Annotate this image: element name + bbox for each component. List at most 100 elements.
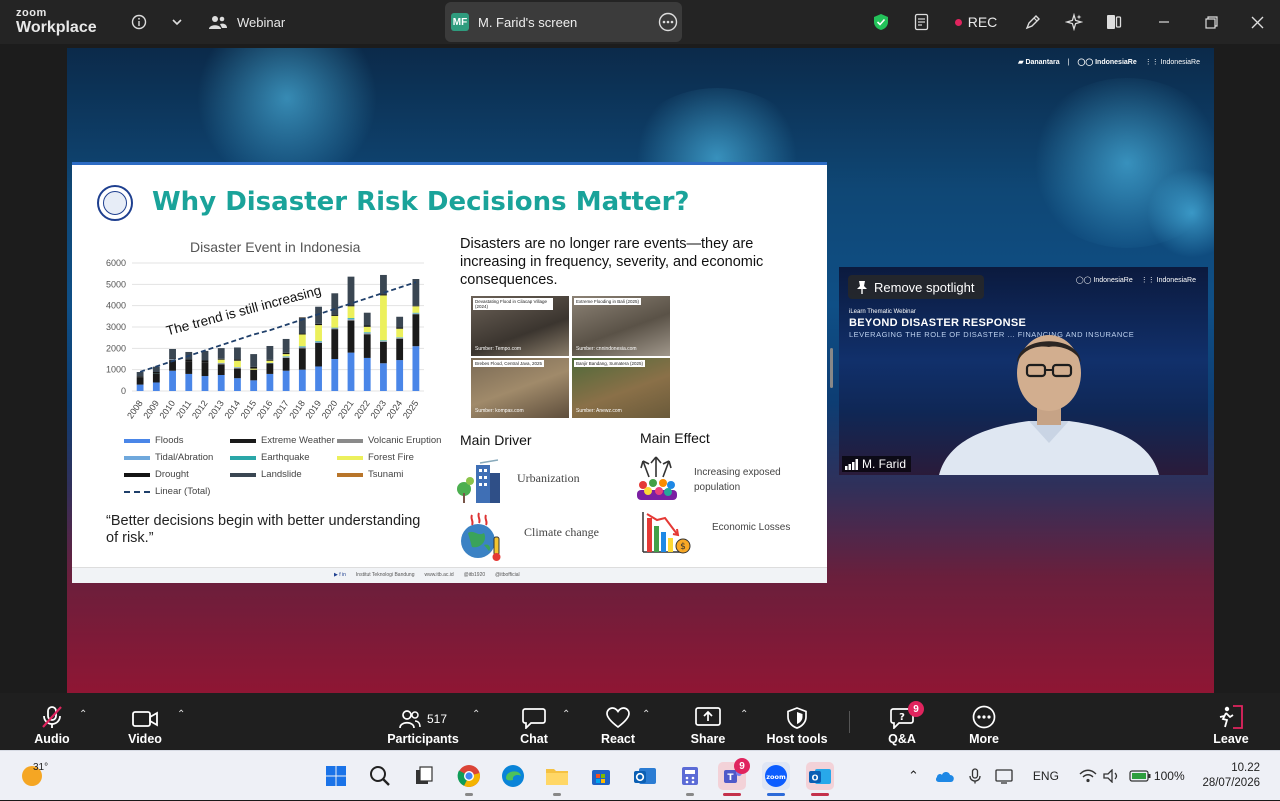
bar-segment [396, 329, 403, 338]
security-shield-icon[interactable] [870, 0, 892, 44]
driver-urbanization: Urbanization [517, 471, 580, 486]
more-options-icon[interactable] [658, 12, 678, 32]
notes-icon[interactable] [911, 0, 933, 44]
video-options-caret[interactable]: ⌃ [177, 709, 185, 720]
svg-text:?: ? [899, 712, 905, 723]
bar-segment [364, 334, 371, 357]
bar-segment [283, 353, 290, 354]
onedrive-icon[interactable] [935, 769, 955, 783]
bar-segment [202, 360, 209, 362]
resize-handle[interactable] [830, 348, 833, 388]
legend-label: Volcanic Eruption [368, 435, 441, 446]
react-button[interactable]: React [598, 693, 638, 750]
volume-icon[interactable] [1103, 769, 1121, 783]
legend-item: Extreme Weather [230, 435, 335, 446]
bar-segment [218, 360, 225, 363]
bar-segment [348, 353, 355, 391]
share-button[interactable]: Share [688, 693, 728, 750]
pin-icon [856, 280, 868, 294]
slide-title: Why Disaster Risk Decisions Matter? [152, 187, 690, 217]
outlook-new-icon[interactable] [631, 762, 659, 790]
bar-segment [169, 371, 176, 391]
bar-segment [137, 372, 144, 376]
recording-indicator[interactable]: REC [953, 0, 999, 44]
chart-title: Disaster Event in Indonesia [190, 239, 360, 255]
bar-segment [234, 359, 241, 360]
participants-count: 517 [427, 712, 447, 726]
remove-spotlight-button[interactable]: Remove spotlight [848, 275, 984, 299]
battery-icon[interactable] [1129, 770, 1151, 782]
chat-options-caret[interactable]: ⌃ [562, 709, 570, 720]
store-icon[interactable] [587, 762, 615, 790]
outlook-icon[interactable]: O [806, 762, 834, 790]
bar-segment [380, 341, 387, 342]
participants-button[interactable]: 517 Participants [385, 693, 461, 750]
task-view-icon[interactable] [410, 762, 438, 790]
zoom-taskbar-icon[interactable]: zoom [762, 762, 790, 790]
effect-exposed-population: Increasing exposed population [694, 465, 804, 495]
sponsor-logos: ▰ Danantara|◯◯ IndonesiaRe⋮⋮ IndonesiaRe [1018, 58, 1200, 66]
minimize-icon[interactable] [1152, 0, 1176, 44]
bar-segment [315, 341, 322, 342]
chrome-icon[interactable] [455, 762, 483, 790]
bar-segment [380, 294, 387, 295]
more-button[interactable]: More [966, 693, 1002, 750]
chat-button[interactable]: Chat [515, 693, 553, 750]
restore-icon[interactable] [1199, 0, 1223, 44]
legend-swatch [337, 456, 363, 460]
search-icon[interactable] [366, 762, 394, 790]
main-effect-heading: Main Effect [640, 430, 710, 446]
windows-start-icon[interactable] [322, 762, 350, 790]
speaker-video-tile[interactable]: ◯◯ IndonesiaRe⋮⋮ IndonesiaRe iLearn Them… [839, 267, 1208, 475]
info-icon[interactable] [128, 0, 150, 44]
legend-item: Drought [124, 469, 189, 480]
screen-share-indicator[interactable]: MF M. Farid's screen [445, 2, 682, 42]
weather-widget[interactable]: 31° [18, 762, 58, 790]
audio-button[interactable]: Audio [33, 693, 71, 750]
annotate-icon[interactable] [1022, 0, 1044, 44]
system-tray: ⌃ ENG 100% [908, 751, 1185, 801]
bar-segment [250, 367, 257, 369]
audio-options-caret[interactable]: ⌃ [79, 709, 87, 720]
y-tick-label: 3000 [106, 322, 126, 332]
bar-segment [380, 295, 387, 340]
view-layout-icon[interactable] [1103, 0, 1125, 44]
microphone-icon[interactable] [969, 768, 981, 784]
system-clock[interactable]: 10.22 28/07/2026 [1202, 761, 1260, 791]
bar-segment [364, 326, 371, 327]
react-options-caret[interactable]: ⌃ [642, 709, 650, 720]
edge-icon[interactable] [499, 762, 527, 790]
leave-button[interactable]: Leave [1212, 693, 1250, 750]
bar-segment [380, 340, 387, 341]
record-dot-icon [955, 19, 962, 26]
urbanization-icon [454, 459, 506, 505]
bar-segment [266, 363, 273, 374]
legend-swatch [124, 456, 150, 460]
flood-photo-bali: Extreme Flooding in Bali (2025) Sumber: … [572, 296, 670, 356]
share-options-caret[interactable]: ⌃ [740, 709, 748, 720]
display-icon[interactable] [995, 768, 1013, 784]
bar-segment [218, 375, 225, 391]
host-tools-button[interactable]: Host tools [764, 693, 830, 750]
calculator-app-icon[interactable] [676, 762, 704, 790]
close-icon[interactable] [1245, 0, 1269, 44]
bar-segment [234, 347, 241, 359]
language-indicator[interactable]: ENG [1033, 769, 1059, 783]
slide-quote: “Better decisions begin with better unde… [106, 513, 436, 547]
wifi-icon[interactable] [1079, 769, 1097, 783]
video-button[interactable]: Video [124, 693, 166, 750]
qa-badge: 9 [908, 701, 924, 717]
more-label: More [969, 732, 999, 746]
legend-item: Tidal/Abration [124, 452, 213, 463]
bar-segment [266, 346, 273, 360]
file-explorer-icon[interactable] [543, 762, 571, 790]
svg-text:O: O [812, 774, 819, 783]
show-hidden-icons-chevron-icon[interactable]: ⌃ [908, 768, 919, 784]
ai-companion-icon[interactable] [1063, 0, 1085, 44]
photo-caption: Devastating Flood in Cilacap Village (20… [473, 298, 553, 310]
x-tick-label: 2016 [255, 398, 275, 420]
participants-options-caret[interactable]: ⌃ [472, 709, 480, 720]
bar-segment [299, 347, 306, 348]
chevron-down-icon[interactable] [166, 0, 188, 44]
os-taskbar: 31° T 9 zoom O ⌃ [0, 750, 1280, 800]
